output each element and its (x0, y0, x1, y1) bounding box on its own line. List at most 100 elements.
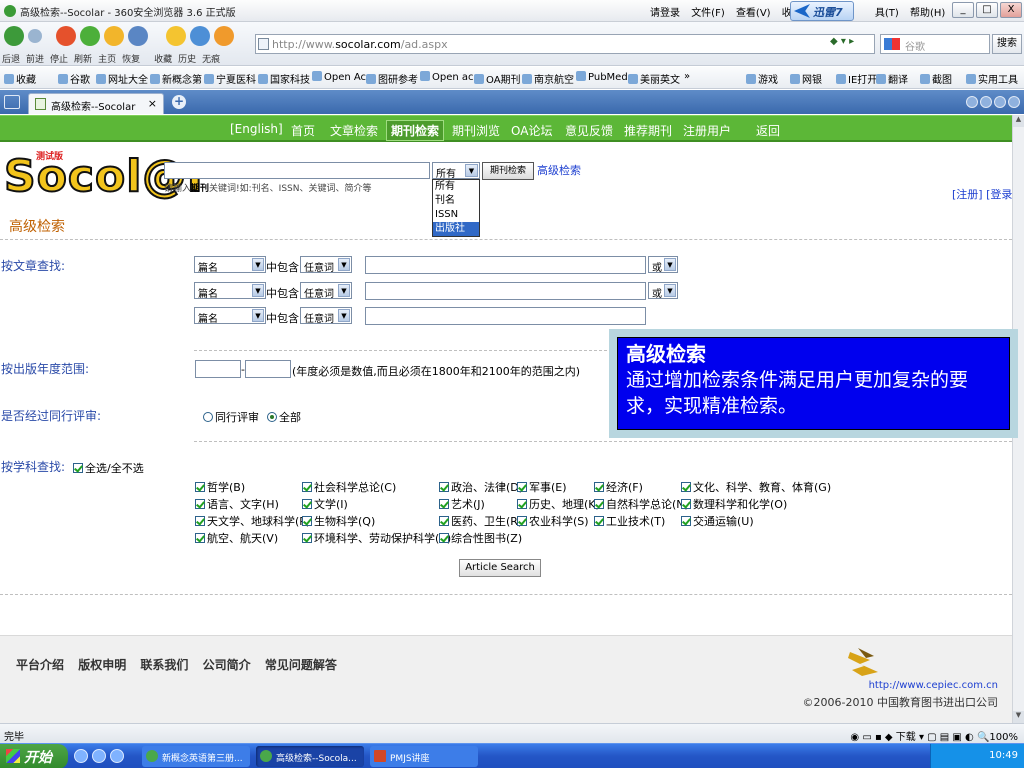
fav-item[interactable]: OA期刊 (474, 71, 521, 86)
subject-checkbox[interactable]: 交通运输(U) (681, 513, 754, 529)
dropdown-option[interactable]: ISSN (433, 208, 479, 222)
quicklaunch-icon[interactable] (74, 749, 88, 763)
tab-left-icon[interactable] (966, 96, 978, 108)
site-nav-recommend[interactable]: 推荐期刊 (624, 122, 672, 139)
operator-select-1[interactable]: 或 ▼ (648, 256, 678, 274)
chevron-down-icon[interactable]: ▼ (338, 309, 350, 322)
quicklaunch-icon[interactable] (110, 749, 124, 763)
fav-item[interactable]: Open Ac (312, 71, 366, 83)
tab-advanced-search[interactable]: 高级检索--Socolar × (28, 93, 164, 114)
fav-more[interactable]: » (684, 71, 690, 82)
menu-file[interactable]: 文件(F) (691, 8, 725, 19)
menu-help[interactable]: 帮助(H) (910, 8, 945, 19)
forward-icon[interactable] (28, 29, 42, 43)
subject-checkbox[interactable]: 工业技术(T) (594, 513, 665, 529)
zoom-icon[interactable]: 🔍 (977, 732, 989, 743)
tab-menu-icon[interactable] (4, 95, 20, 109)
subject-checkbox[interactable]: 综合性图书(Z) (439, 530, 522, 546)
site-nav-back[interactable]: 返回 (756, 122, 780, 139)
dropdown-option[interactable]: 所有 (433, 180, 479, 194)
chevron-down-icon[interactable]: ▼ (465, 164, 478, 177)
fav-item[interactable]: 图研参考 (366, 71, 418, 86)
refresh-icon[interactable] (80, 26, 100, 46)
close-button[interactable]: X (1000, 2, 1022, 18)
home-icon[interactable] (104, 26, 124, 46)
advanced-search-link[interactable]: 高级检索 (537, 162, 581, 178)
fav-item[interactable]: Open ac (420, 71, 474, 83)
site-nav-journal-browse[interactable]: 期刊浏览 (452, 122, 500, 139)
keyword-input-1[interactable] (365, 256, 646, 274)
subject-checkbox[interactable]: 环境科学、劳动保护科学(X) (302, 530, 451, 546)
fav-item[interactable]: 网银 (790, 71, 822, 86)
chevron-down-icon[interactable]: ▼ (664, 284, 676, 297)
subject-checkbox[interactable]: 军事(E) (517, 479, 567, 495)
search-input[interactable]: 谷歌 (880, 34, 990, 54)
restore-icon[interactable] (128, 26, 148, 46)
fav-item[interactable]: 美丽英文 (628, 71, 680, 86)
start-button[interactable]: 开始 (0, 744, 68, 768)
subject-checkbox[interactable]: 数理科学和化学(O) (681, 496, 787, 512)
nav-label-history[interactable]: 历史 (178, 55, 196, 65)
status-icons[interactable]: ◉ ▭ ▪ ◆ (850, 732, 895, 743)
radio-checked-icon[interactable] (267, 412, 277, 422)
site-nav-journal-search[interactable]: 期刊检索 (386, 120, 445, 141)
select-all-toggle[interactable]: 全选/全不选 (73, 460, 144, 476)
subject-checkbox[interactable]: 艺术(J) (439, 496, 485, 512)
site-nav-oa-forum[interactable]: OA论坛 (511, 122, 552, 139)
subject-checkbox[interactable]: 农业科学(S) (517, 513, 589, 529)
keyword-input-3[interactable] (365, 307, 646, 325)
tab-list-icon[interactable] (994, 96, 1006, 108)
go-icon[interactable]: ▸ (849, 36, 854, 47)
subject-checkbox[interactable]: 医药、卫生(R) (439, 513, 522, 529)
journal-search-button[interactable]: 期刊检索 (482, 162, 534, 180)
register-link[interactable]: [注册] (952, 188, 983, 201)
search-button[interactable]: 搜索 (992, 34, 1022, 54)
footer-link-contact[interactable]: 联系我们 (140, 658, 188, 672)
subject-checkbox[interactable]: 航空、航天(V) (195, 530, 278, 546)
site-nav-home[interactable]: 首页 (291, 122, 315, 139)
nav-label-home[interactable]: 主页 (98, 55, 116, 65)
subject-checkbox[interactable]: 历史、地理(K) (517, 496, 600, 512)
subject-checkbox[interactable]: 天文学、地球科学(P) (195, 513, 310, 529)
subject-checkbox[interactable]: 经济(F) (594, 479, 643, 495)
nav-label-forward[interactable]: 前进 (26, 55, 44, 65)
zoom-level[interactable]: 100% (989, 732, 1018, 743)
chevron-down-icon[interactable]: ▼ (664, 258, 676, 271)
radio-icon[interactable] (203, 412, 213, 422)
fav-item[interactable]: IE打开 (836, 71, 877, 86)
stop-icon[interactable] (56, 26, 76, 46)
footer-link-platform[interactable]: 平台介绍 (16, 658, 64, 672)
tab-close-all-icon[interactable] (1008, 96, 1020, 108)
field-select-3[interactable]: 篇名 ▼ (194, 307, 266, 325)
chevron-down-icon[interactable]: ▼ (338, 284, 350, 297)
subject-checkbox[interactable]: 政治、法律(D) (439, 479, 523, 495)
operator-select-2[interactable]: 或 ▼ (648, 282, 678, 300)
taskbar-item[interactable]: PMJS讲座 (370, 746, 478, 767)
all-option[interactable]: 全部 (267, 409, 301, 425)
subject-checkbox[interactable]: 语言、文字(H) (195, 496, 279, 512)
footer-link-copyright[interactable]: 版权申明 (78, 658, 126, 672)
keyword-input-2[interactable] (365, 282, 646, 300)
match-select-2[interactable]: 任意词 ▼ (300, 282, 352, 300)
site-nav-article-search[interactable]: 文章检索 (330, 122, 378, 139)
subject-checkbox[interactable]: 生物科学(Q) (302, 513, 375, 529)
fav-item[interactable]: 实用工具 (966, 71, 1018, 86)
subject-checkbox[interactable]: 哲学(B) (195, 479, 245, 495)
incognito-icon[interactable] (214, 26, 234, 46)
menu-login[interactable]: 请登录 (650, 8, 680, 19)
nav-label-favorites[interactable]: 收藏 (154, 55, 172, 65)
tab-right-icon[interactable] (980, 96, 992, 108)
history-icon[interactable] (190, 26, 210, 46)
fav-item[interactable]: 国家科技 (258, 71, 310, 86)
taskbar-item-active[interactable]: 高级检索--Socola... (256, 746, 364, 767)
address-bar[interactable]: http://www.socolar.com/ad.aspx (255, 34, 875, 54)
menu-tools[interactable]: 具(T) (875, 8, 899, 19)
field-select-2[interactable]: 篇名 ▼ (194, 282, 266, 300)
nav-label-stop[interactable]: 停止 (50, 55, 68, 65)
download-label[interactable]: 下载 (896, 732, 916, 743)
menu-view[interactable]: 查看(V) (736, 8, 771, 19)
peer-review-option[interactable]: 同行评审 (203, 409, 259, 425)
subject-checkbox[interactable]: 文化、科学、教育、体育(G) (681, 479, 831, 495)
chevron-down-icon[interactable]: ▼ (252, 284, 264, 297)
minimize-button[interactable]: _ (952, 2, 974, 18)
